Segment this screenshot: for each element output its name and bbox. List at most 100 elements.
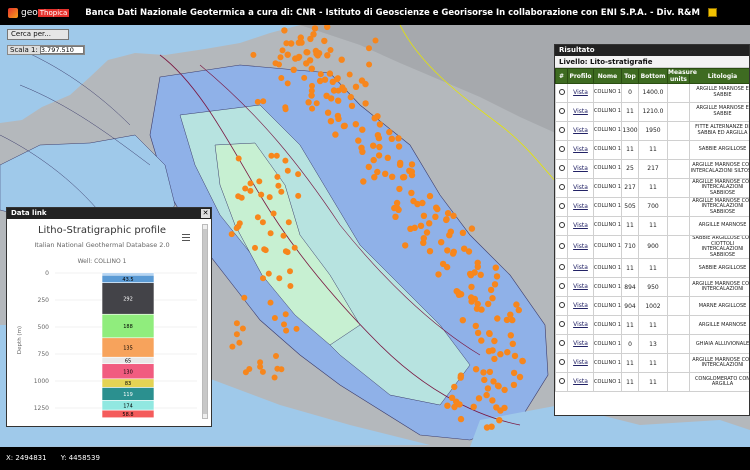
well-marker[interactable]	[272, 60, 279, 67]
well-marker[interactable]	[314, 50, 321, 57]
profile-cell[interactable]: Vista	[567, 140, 594, 160]
well-marker[interactable]	[352, 83, 360, 90]
well-marker[interactable]	[438, 239, 445, 246]
well-marker[interactable]	[297, 34, 304, 41]
well-marker[interactable]	[392, 213, 399, 220]
well-marker[interactable]	[260, 275, 266, 282]
well-marker[interactable]	[335, 115, 342, 123]
chart-scrollbar[interactable]	[202, 224, 208, 419]
well-marker[interactable]	[254, 214, 261, 221]
well-marker[interactable]	[509, 316, 516, 324]
well-marker[interactable]	[457, 415, 465, 423]
well-marker[interactable]	[241, 294, 248, 301]
well-marker[interactable]	[472, 322, 479, 330]
row-zoom-cell[interactable]	[555, 216, 568, 236]
well-marker[interactable]	[281, 321, 287, 328]
row-zoom-cell[interactable]	[555, 140, 568, 160]
row-zoom-cell[interactable]	[555, 234, 568, 260]
well-marker[interactable]	[448, 394, 456, 401]
well-marker[interactable]	[281, 27, 288, 34]
well-marker[interactable]	[473, 305, 481, 312]
profile-link[interactable]: Vista	[573, 283, 588, 290]
well-marker[interactable]	[470, 403, 477, 410]
well-marker[interactable]	[335, 97, 342, 104]
well-marker[interactable]	[348, 102, 356, 110]
well-marker[interactable]	[284, 51, 291, 58]
well-marker[interactable]	[481, 376, 488, 384]
well-marker[interactable]	[273, 152, 280, 159]
well-marker[interactable]	[317, 71, 324, 78]
well-marker[interactable]	[395, 135, 402, 142]
row-zoom-cell[interactable]	[555, 83, 568, 103]
well-marker[interactable]	[439, 260, 447, 268]
well-marker[interactable]	[491, 355, 498, 363]
well-marker[interactable]	[256, 178, 263, 185]
well-marker[interactable]	[309, 82, 315, 89]
well-marker[interactable]	[434, 205, 441, 213]
profile-link[interactable]: Vista	[573, 89, 588, 96]
well-marker[interactable]	[371, 174, 378, 181]
well-marker[interactable]	[233, 320, 240, 327]
profile-cell[interactable]: Vista	[567, 372, 594, 393]
well-marker[interactable]	[347, 93, 354, 101]
well-marker[interactable]	[233, 331, 240, 338]
well-marker[interactable]	[493, 404, 500, 411]
profile-cell[interactable]: Vista	[567, 234, 594, 260]
well-marker[interactable]	[246, 366, 253, 372]
scrollbar-thumb[interactable]	[203, 229, 207, 414]
table-row[interactable]: Vista COLLINO 1 11 11 SABBIE ARGILLOSE	[555, 140, 749, 160]
well-marker[interactable]	[461, 245, 468, 252]
well-marker[interactable]	[386, 128, 393, 136]
well-marker[interactable]	[266, 194, 273, 201]
well-marker[interactable]	[486, 368, 494, 376]
well-marker[interactable]	[283, 40, 290, 47]
well-marker[interactable]	[489, 295, 496, 302]
well-marker[interactable]	[459, 229, 467, 236]
search-dropdown-button[interactable]: Cerca per...	[7, 29, 69, 40]
magnifier-icon[interactable]	[558, 126, 565, 133]
profile-link[interactable]: Vista	[573, 108, 588, 115]
well-marker[interactable]	[259, 368, 266, 375]
well-marker[interactable]	[265, 270, 272, 277]
well-marker[interactable]	[271, 374, 278, 381]
well-marker[interactable]	[287, 268, 293, 275]
well-marker[interactable]	[444, 247, 451, 254]
well-marker[interactable]	[475, 395, 483, 402]
magnifier-icon[interactable]	[558, 340, 565, 347]
well-marker[interactable]	[493, 273, 501, 280]
magnifier-icon[interactable]	[558, 88, 565, 95]
well-marker[interactable]	[335, 87, 342, 94]
table-row[interactable]: Vista COLLINO 1 11 11 ARGILLE MARNOSE	[555, 216, 749, 236]
well-marker[interactable]	[235, 155, 242, 162]
well-marker[interactable]	[282, 157, 289, 164]
well-marker[interactable]	[511, 352, 519, 360]
magnifier-icon[interactable]	[558, 302, 565, 309]
well-marker[interactable]	[396, 161, 404, 168]
well-marker[interactable]	[376, 143, 383, 151]
well-marker[interactable]	[446, 232, 453, 239]
well-marker[interactable]	[480, 369, 487, 376]
well-marker[interactable]	[295, 192, 302, 199]
table-row[interactable]: Vista COLLINO 1 11 11 ARGILLE MARNOSE	[555, 315, 749, 336]
table-row[interactable]: Vista COLLINO 1 11 11 ARGILLE MARNOSE CON IN…	[555, 353, 749, 374]
well-marker[interactable]	[444, 210, 452, 217]
well-marker[interactable]	[491, 281, 499, 288]
well-marker[interactable]	[453, 288, 460, 295]
well-marker[interactable]	[443, 216, 450, 224]
well-marker[interactable]	[334, 75, 341, 82]
well-marker[interactable]	[284, 249, 291, 256]
well-marker[interactable]	[305, 99, 312, 106]
well-marker[interactable]	[419, 199, 426, 207]
well-marker[interactable]	[307, 35, 314, 43]
row-zoom-cell[interactable]	[555, 258, 568, 279]
profile-cell[interactable]: Vista	[567, 121, 594, 141]
well-marker[interactable]	[477, 271, 484, 278]
well-marker[interactable]	[449, 250, 457, 257]
well-marker[interactable]	[474, 259, 481, 266]
well-marker[interactable]	[451, 383, 458, 391]
save-icon[interactable]	[707, 8, 717, 17]
well-marker[interactable]	[358, 144, 365, 151]
well-marker[interactable]	[280, 232, 287, 239]
litho-layer-bar[interactable]	[101, 272, 155, 276]
well-marker[interactable]	[332, 131, 339, 138]
